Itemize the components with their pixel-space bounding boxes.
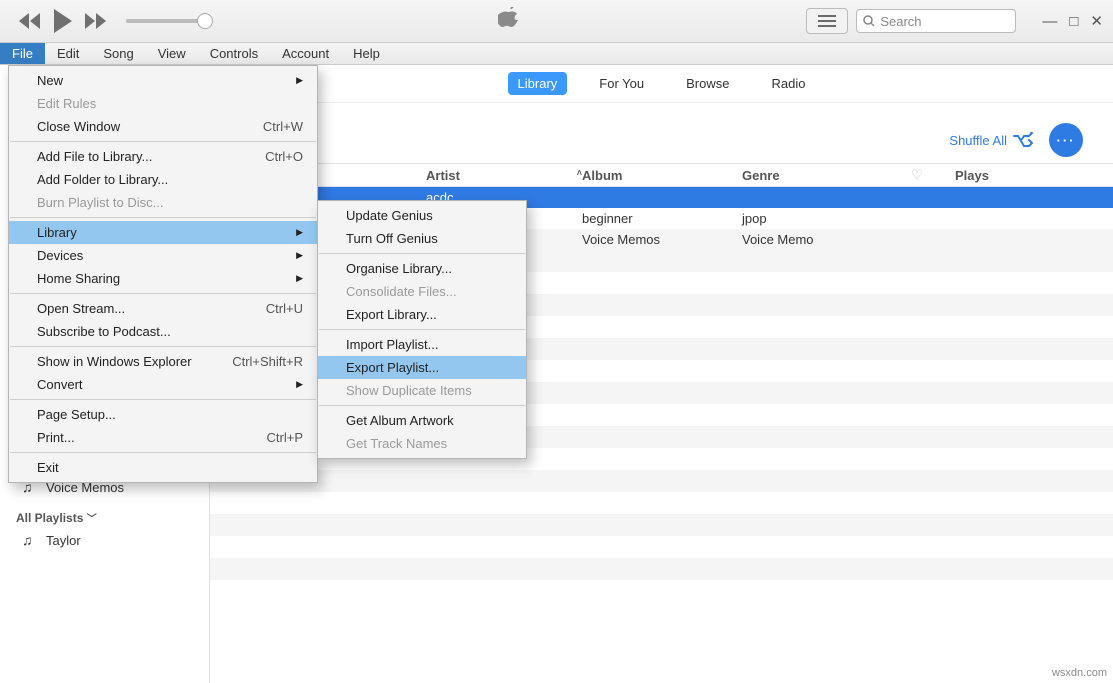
menu-item-page-setup[interactable]: Page Setup... — [9, 403, 317, 426]
watermark: wsxdn.com — [1052, 667, 1107, 679]
menu-file[interactable]: File — [0, 43, 45, 64]
volume-slider[interactable] — [126, 19, 211, 23]
menu-item-import-playlist[interactable]: Import Playlist... — [318, 333, 526, 356]
more-button[interactable]: ··· — [1049, 123, 1083, 157]
menu-item-print[interactable]: Print...Ctrl+P — [9, 426, 317, 449]
tab-for-you[interactable]: For You — [589, 72, 654, 95]
menu-item-edit-rules: Edit Rules — [9, 92, 317, 115]
menu-item-add-file-to-library[interactable]: Add File to Library...Ctrl+O — [9, 145, 317, 168]
menu-controls[interactable]: Controls — [198, 43, 270, 64]
previous-button[interactable] — [18, 13, 42, 29]
tab-browse[interactable]: Browse — [676, 72, 739, 95]
menu-item-get-track-names: Get Track Names — [318, 432, 526, 455]
sidebar-item-label: Taylor — [46, 533, 81, 548]
menu-account[interactable]: Account — [270, 43, 341, 64]
sidebar-item-taylor[interactable]: ♫ Taylor — [14, 529, 209, 551]
menu-item-get-album-artwork[interactable]: Get Album Artwork — [318, 409, 526, 432]
menu-item-exit[interactable]: Exit — [9, 456, 317, 479]
menu-item-export-playlist[interactable]: Export Playlist... — [318, 356, 526, 379]
col-genre[interactable]: Genre — [742, 168, 897, 183]
search-placeholder: Search — [880, 14, 921, 29]
next-button[interactable] — [84, 13, 108, 29]
shuffle-icon — [1013, 132, 1033, 148]
menu-item-organise-library[interactable]: Organise Library... — [318, 257, 526, 280]
menu-item-turn-off-genius[interactable]: Turn Off Genius — [318, 227, 526, 250]
maximize-button[interactable]: □ — [1069, 13, 1078, 30]
menu-edit[interactable]: Edit — [45, 43, 91, 64]
menu-item-library[interactable]: Library▶ — [9, 221, 317, 244]
tab-radio[interactable]: Radio — [761, 72, 815, 95]
file-menu: New▶Edit RulesClose WindowCtrl+W Add File… — [8, 65, 318, 483]
menu-help[interactable]: Help — [341, 43, 392, 64]
menu-item-update-genius[interactable]: Update Genius — [318, 204, 526, 227]
menubar: File Edit Song View Controls Account Hel… — [0, 43, 1113, 65]
menu-item-subscribe-to-podcast[interactable]: Subscribe to Podcast... — [9, 320, 317, 343]
titlebar: Search — □ ✕ — [0, 0, 1113, 43]
minimize-button[interactable]: — — [1042, 13, 1057, 30]
menu-item-new[interactable]: New▶ — [9, 69, 317, 92]
menu-item-home-sharing[interactable]: Home Sharing▶ — [9, 267, 317, 290]
menu-item-show-in-windows-explorer[interactable]: Show in Windows ExplorerCtrl+Shift+R — [9, 350, 317, 373]
menu-item-export-library[interactable]: Export Library... — [318, 303, 526, 326]
tab-library[interactable]: Library — [508, 72, 568, 95]
menu-song[interactable]: Song — [91, 43, 145, 64]
library-submenu: Update GeniusTurn Off Genius Organise Lib… — [317, 200, 527, 459]
col-plays[interactable]: Plays — [937, 168, 1007, 183]
menu-item-burn-playlist-to-disc: Burn Playlist to Disc... — [9, 191, 317, 214]
col-artist[interactable]: Artist˄ — [426, 168, 582, 183]
menu-item-open-stream[interactable]: Open Stream...Ctrl+U — [9, 297, 317, 320]
menu-item-convert[interactable]: Convert▶ — [9, 373, 317, 396]
col-loved[interactable]: ♡ — [897, 167, 937, 183]
menu-item-add-folder-to-library[interactable]: Add Folder to Library... — [9, 168, 317, 191]
sidebar-group-all-playlists[interactable]: All Playlists ﹀ — [16, 510, 209, 525]
music-note-icon: ♫ — [22, 532, 38, 548]
search-icon — [863, 15, 875, 27]
menu-item-close-window[interactable]: Close WindowCtrl+W — [9, 115, 317, 138]
col-album[interactable]: Album — [582, 168, 742, 183]
search-input[interactable]: Search — [856, 9, 1016, 33]
list-view-button[interactable] — [806, 8, 848, 34]
play-button[interactable] — [52, 9, 74, 33]
close-button[interactable]: ✕ — [1090, 12, 1103, 30]
menu-item-show-duplicate-items: Show Duplicate Items — [318, 379, 526, 402]
menu-item-devices[interactable]: Devices▶ — [9, 244, 317, 267]
nav-tabs: Library For You Browse Radio — [210, 65, 1113, 103]
shuffle-all-button[interactable]: Shuffle All — [949, 132, 1033, 148]
apple-logo — [498, 7, 520, 36]
menu-view[interactable]: View — [146, 43, 198, 64]
menu-item-consolidate-files: Consolidate Files... — [318, 280, 526, 303]
